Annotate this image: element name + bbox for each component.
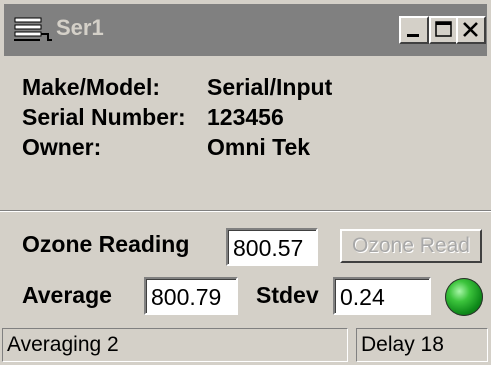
- ozone-reading-label: Ozone Reading: [22, 231, 190, 257]
- owner-label: Owner:: [22, 134, 102, 160]
- window-title: Ser1: [56, 15, 104, 40]
- ozone-reading-field[interactable]: 800.57: [226, 228, 318, 266]
- minimize-button[interactable]: [399, 16, 429, 44]
- status-indicator-light: [445, 278, 483, 316]
- title-bar[interactable]: Ser1: [4, 4, 487, 56]
- serial-port-icon: [12, 16, 54, 44]
- close-button[interactable]: [456, 16, 486, 44]
- stdev-label: Stdev: [256, 282, 319, 308]
- status-delay: Delay 18: [356, 328, 488, 362]
- make-model-value: Serial/Input: [207, 74, 333, 100]
- ozone-read-button[interactable]: Ozone Read: [340, 229, 482, 263]
- average-field[interactable]: 800.79: [144, 277, 238, 315]
- make-model-label: Make/Model:: [22, 74, 161, 100]
- maximize-button[interactable]: [429, 16, 459, 44]
- serial-number-label: Serial Number:: [22, 104, 186, 130]
- status-averaging: Averaging 2: [2, 328, 348, 362]
- section-divider: [0, 210, 491, 212]
- maximize-icon: [435, 21, 452, 37]
- stdev-field[interactable]: 0.24: [333, 277, 431, 315]
- status-bar: Averaging 2 Delay 18: [0, 324, 491, 365]
- serial-number-value: 123456: [207, 104, 284, 130]
- close-icon: [463, 22, 478, 37]
- minimize-icon: [407, 34, 419, 37]
- owner-value: Omni Tek: [207, 134, 311, 160]
- serial-instrument-window: Ser1 Make/Model: Serial/Input Serial Num…: [0, 0, 491, 365]
- average-label: Average: [22, 282, 112, 308]
